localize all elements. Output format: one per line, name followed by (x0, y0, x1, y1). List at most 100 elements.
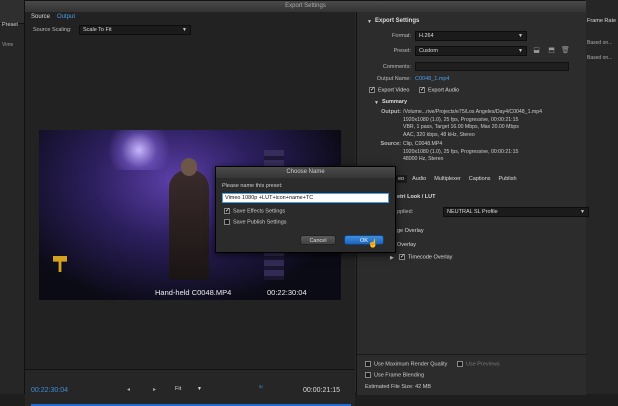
max-render-quality-label: Use Maximum Render Quality (374, 361, 448, 368)
dialog-title: Choose Name (216, 167, 395, 178)
dialog-prompt: Please name this preset: (222, 183, 283, 189)
preset-label: Preset: (393, 48, 411, 54)
performer-silhouette (169, 170, 209, 280)
image-overlay-section[interactable]: ge Overlay (397, 228, 424, 234)
timecode-overlay-checkbox[interactable]: Timecode Overlay (399, 254, 452, 260)
preset-dropdown[interactable]: Custom ▼ (415, 46, 527, 56)
summary-source-label: Source: (380, 141, 401, 147)
tab-captions[interactable]: Captions (466, 175, 494, 183)
export-settings-window: Export Settings Source Output Source Sca… (24, 0, 589, 406)
source-scaling-dropdown[interactable]: Scale To Fit ▼ (79, 25, 191, 35)
summary-output-label: Output: (381, 109, 401, 115)
checkbox-icon (365, 372, 371, 378)
tab-video[interactable]: eo (395, 175, 408, 183)
zoom-fit-value: Fit (175, 386, 182, 392)
checkbox-icon (224, 208, 230, 214)
background-panel-left: Preset Vime (0, 0, 26, 394)
checkbox-icon (224, 219, 230, 225)
mark-in-icon[interactable]: ◂ (127, 386, 130, 393)
collapse-triangle-icon[interactable]: ▼ (374, 100, 379, 106)
tab-output[interactable]: Output (57, 14, 75, 20)
summary-line: AAC, 320 kbps, 48 kHz, Stereo (403, 131, 475, 138)
summary-header: Summary (382, 99, 408, 105)
zoom-fit-dropdown[interactable]: Fit ▼ (175, 384, 207, 394)
frame-rate-column-header[interactable]: Frame Rate (587, 18, 616, 24)
preset-value: Custom (419, 48, 438, 54)
summary-output-text: /Volume...rive/Projects/e75/Los Angeles/… (403, 109, 583, 139)
delete-preset-icon[interactable]: 🗑 (561, 47, 570, 55)
frame-blending-checkbox[interactable]: Use Frame Blending (365, 372, 424, 378)
save-effects-checkbox[interactable]: Save Effects Settings (224, 208, 285, 214)
use-previews-label: Use Previews (466, 361, 500, 368)
comments-input[interactable] (415, 62, 569, 71)
name-overlay-section[interactable]: Overlay (397, 242, 416, 248)
checkbox-icon (419, 87, 425, 93)
tab-audio[interactable]: Audio (409, 175, 429, 183)
applied-label: pplied: (397, 209, 414, 215)
current-timecode[interactable]: 00:22:30:04 (31, 387, 68, 394)
timecode-overlay-label: Timecode Overlay (408, 254, 453, 261)
duration-timecode: 00:00:21:15 (303, 387, 340, 394)
summary-line: VBR, 1 pass, Target 16.00 Mbps, Max 20.0… (403, 124, 519, 130)
playhead-icon[interactable]: ⍦ (259, 384, 263, 391)
chevron-down-icon: ▼ (197, 386, 202, 392)
performer-head (181, 158, 197, 176)
chevron-down-icon: ▼ (182, 27, 187, 33)
summary-line: 1920x1080 (1.0), 25 fps, Progressive, 00… (403, 148, 519, 155)
import-preset-icon[interactable]: ⬒ (547, 47, 556, 55)
tab-publish[interactable]: Publish (496, 175, 520, 183)
choose-name-dialog: Choose Name Please name this preset: Sav… (215, 166, 396, 253)
collapse-triangle-icon[interactable]: ▼ (367, 19, 372, 25)
tab-source[interactable]: Source (31, 14, 50, 20)
comments-label: Comments: (382, 64, 411, 70)
format-value: H.264 (419, 33, 434, 39)
preset-panel-label: Preset (2, 22, 18, 28)
chevron-down-icon: ▼ (518, 33, 523, 39)
export-audio-label: Export Audio (428, 87, 460, 94)
frame-blending-label: Use Frame Blending (374, 372, 425, 379)
checkbox-icon (399, 254, 405, 260)
checkbox-icon (457, 361, 463, 367)
save-publish-label: Save Publish Settings (233, 219, 287, 226)
frame-rate-cell: Based on... (587, 55, 613, 61)
preset-list-item[interactable]: Vime (2, 42, 13, 48)
summary-line: 1920x1080 (1.0), 25 fps, Progressive, 00… (403, 116, 519, 123)
settings-tabs: eo Audio Multiplexer Captions Publish (395, 175, 520, 183)
mark-out-icon[interactable]: ▸ (153, 386, 156, 393)
watermark-logo (53, 256, 67, 272)
summary-line: 48000 Hz, Stereo (403, 156, 444, 162)
tab-multiplexer[interactable]: Multiplexer (431, 175, 464, 183)
chevron-down-icon: ▼ (518, 48, 523, 54)
save-effects-label: Save Effects Settings (233, 208, 286, 215)
lut-dropdown[interactable]: NEUTRAL SL Profile ▼ (443, 207, 589, 217)
output-name-link[interactable]: C0048_1.mp4 (415, 76, 450, 82)
render-options: Use Maximum Render Quality Use Previews … (357, 354, 587, 395)
output-name-label: Output Name: (376, 76, 411, 82)
ok-button[interactable]: OK (344, 235, 384, 245)
cancel-button[interactable]: Cancel (300, 235, 336, 245)
checkbox-icon (369, 87, 375, 93)
summary-source-text: Clip, C0048.MP4 1920x1080 (1.0), 25 fps,… (403, 141, 583, 164)
background-panel-right: Frame Rate Based on... Based on... (584, 0, 618, 394)
export-video-checkbox[interactable]: Export Video (369, 87, 409, 93)
summary-line: Clip, C0048.MP4 (403, 141, 443, 147)
window-title: Export Settings (25, 1, 586, 12)
preset-name-input[interactable] (222, 193, 389, 203)
export-audio-checkbox[interactable]: Export Audio (419, 87, 459, 93)
source-scaling-label: Source Scaling: (33, 27, 72, 33)
expand-triangle-icon[interactable]: ▶ (390, 255, 394, 261)
chevron-down-icon: ▼ (580, 209, 585, 215)
save-preset-icon[interactable]: ⬓ (532, 47, 541, 55)
lumetri-header: etri Look / LUT (397, 194, 436, 200)
format-dropdown[interactable]: H.264 ▼ (415, 31, 527, 41)
export-video-label: Export Video (378, 87, 410, 94)
use-previews-checkbox[interactable]: Use Previews (457, 361, 500, 367)
mouse-cursor-icon: ☝ (368, 239, 378, 248)
max-render-quality-checkbox[interactable]: Use Maximum Render Quality (365, 361, 447, 367)
playback-bar: 00:22:30:04 ◂ ▸ Fit ▼ ⍦ 00:00:21:15 (25, 369, 355, 406)
save-publish-checkbox[interactable]: Save Publish Settings (224, 219, 287, 225)
checkbox-icon (365, 361, 371, 367)
source-scaling-value: Scale To Fit (83, 27, 112, 33)
video-caption: Hand-held C0048.MP4 (155, 288, 232, 297)
summary-line: /Volume...rive/Projects/e75/Los Angeles/… (403, 109, 542, 115)
